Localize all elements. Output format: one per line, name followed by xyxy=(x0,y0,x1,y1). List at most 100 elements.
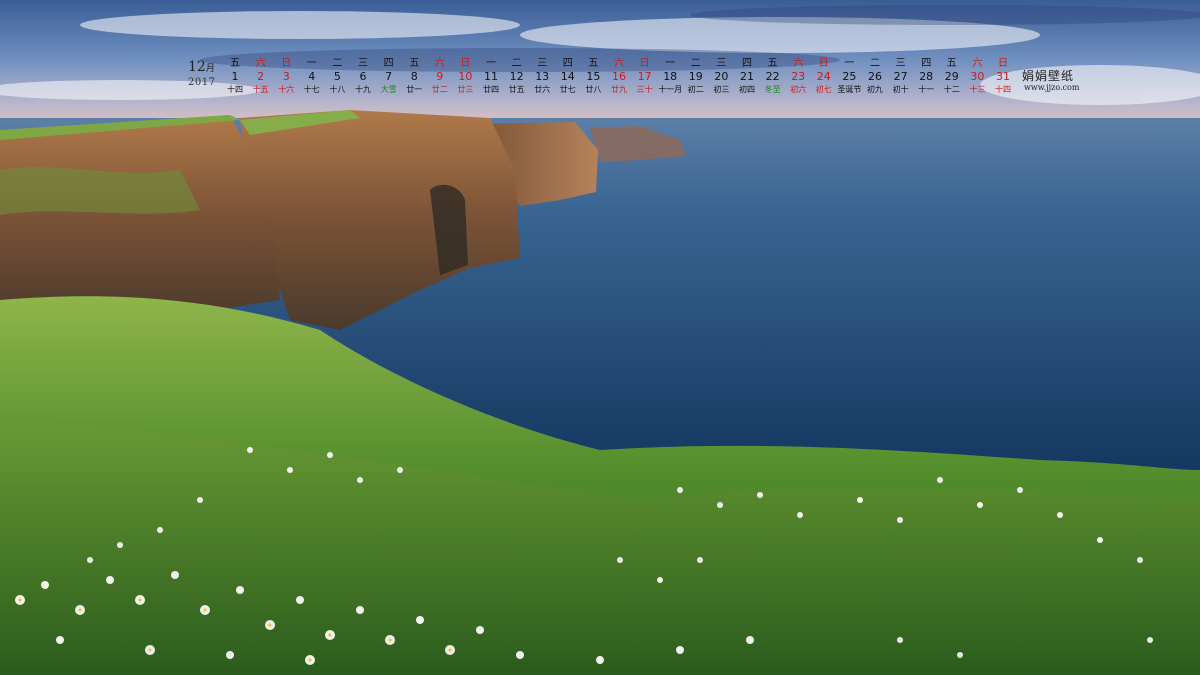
month-label: 12月 xyxy=(188,60,215,76)
calendar-day: 二 26 初九 xyxy=(862,58,888,96)
calendar-overlay: 12月 2017 五 1 十四六 2 十五日 3 十六一 4 十七二 5 十八三 6 十九四 7 大雪五 8 廿… xyxy=(0,0,1200,100)
day-number: 3 xyxy=(282,70,290,83)
calendar-day: 三 20 初三 xyxy=(708,58,734,96)
day-number: 31 xyxy=(996,70,1010,83)
lunar-label: 十七 xyxy=(303,85,320,94)
lunar-label: 十二 xyxy=(943,85,960,94)
day-number: 7 xyxy=(385,70,393,83)
brand-name: 娟娟壁纸 xyxy=(1022,69,1075,83)
calendar-day: 五 22 冬至 xyxy=(760,58,786,96)
lunar-label: 十一月 xyxy=(658,85,683,94)
year-label: 2017 xyxy=(188,77,216,88)
day-number: 24 xyxy=(816,70,831,83)
weekday-label: 一 xyxy=(306,58,317,69)
calendar-day: 五 8 廿一 xyxy=(401,58,427,96)
lunar-label: 十六 xyxy=(278,85,295,94)
calendar-day: 五 1 十四 xyxy=(222,58,248,96)
day-number: 10 xyxy=(458,70,473,83)
calendar-day: 四 28 十一 xyxy=(913,58,939,96)
calendar-day: 四 21 初四 xyxy=(734,58,760,96)
weekday-label: 五 xyxy=(230,58,240,69)
lunar-label: 廿四 xyxy=(483,85,499,94)
lunar-label: 初四 xyxy=(739,85,755,94)
day-number: 27 xyxy=(893,70,908,83)
day-number: 6 xyxy=(359,70,367,83)
lunar-label: 十九 xyxy=(355,85,371,94)
weekday-label: 五 xyxy=(767,58,778,69)
day-number: 30 xyxy=(970,70,985,83)
day-number: 17 xyxy=(637,70,652,83)
calendar-day: 一 18 十一月 xyxy=(657,58,683,96)
day-number: 29 xyxy=(944,70,959,83)
lunar-label: 初十 xyxy=(892,85,909,94)
weekday-label: 三 xyxy=(358,58,368,69)
day-number: 15 xyxy=(586,70,601,83)
day-number: 13 xyxy=(535,70,550,83)
weekday-label: 六 xyxy=(614,58,624,69)
lunar-label: 廿九 xyxy=(611,85,627,94)
calendar-day: 二 5 十八 xyxy=(324,58,350,96)
calendar-day: 六 2 十五 xyxy=(248,58,274,96)
lunar-label: 廿七 xyxy=(559,85,576,94)
weekday-label: 六 xyxy=(434,58,445,69)
weekday-label: 一 xyxy=(844,58,855,69)
lunar-label: 初九 xyxy=(867,85,883,94)
weekday-label: 六 xyxy=(972,58,983,69)
lunar-label: 廿八 xyxy=(585,85,602,94)
brand-url: www.jjzo.com xyxy=(1024,83,1080,92)
lunar-label: 初六 xyxy=(790,85,807,94)
day-number: 20 xyxy=(714,70,729,83)
lunar-label: 初二 xyxy=(687,85,704,94)
day-number: 4 xyxy=(308,70,316,83)
weekday-label: 二 xyxy=(690,58,701,69)
calendar-day: 六 30 十三 xyxy=(964,58,990,96)
lunar-label: 十五 xyxy=(252,85,269,94)
weekday-label: 二 xyxy=(511,58,522,69)
lunar-label: 十四 xyxy=(227,85,243,94)
weekday-label: 四 xyxy=(562,58,573,69)
calendar-day: 日 17 三十 xyxy=(632,58,658,96)
calendar-day: 五 29 十二 xyxy=(939,58,965,96)
calendar-day: 二 19 初二 xyxy=(683,58,709,96)
calendar-day: 二 12 廿五 xyxy=(504,58,530,96)
day-number: 11 xyxy=(484,70,498,83)
calendar-day: 五 15 廿八 xyxy=(580,58,606,96)
weekday-label: 三 xyxy=(895,58,906,69)
weekday-label: 二 xyxy=(870,58,880,69)
calendar-day: 三 13 廿六 xyxy=(529,58,555,96)
weekday-label: 三 xyxy=(716,58,727,69)
day-number: 19 xyxy=(688,70,703,83)
weekday-label: 五 xyxy=(588,58,599,69)
calendar-day: 一 4 十七 xyxy=(299,58,325,96)
weekday-label: 三 xyxy=(537,58,548,69)
day-number: 1 xyxy=(231,70,239,83)
lunar-label: 十一 xyxy=(918,85,935,94)
lunar-label: 十三 xyxy=(969,85,986,94)
month-suffix: 月 xyxy=(205,64,215,74)
lunar-label: 十四 xyxy=(995,85,1011,94)
lunar-label: 廿三 xyxy=(457,85,474,94)
calendar-day: 三 27 初十 xyxy=(888,58,914,96)
lunar-label: 廿一 xyxy=(406,85,423,94)
day-number: 28 xyxy=(919,70,934,83)
lunar-label: 冬至 xyxy=(764,85,781,94)
calendar-day: 一 11 廿四 xyxy=(478,58,504,96)
calendar-day: 日 3 十六 xyxy=(273,58,299,96)
weekday-label: 日 xyxy=(281,58,292,69)
calendar-day: 一 25 圣诞节 xyxy=(836,58,862,96)
weekday-label: 日 xyxy=(639,58,650,69)
calendar-day: 六 23 初六 xyxy=(785,58,811,96)
lunar-label: 廿六 xyxy=(534,85,551,94)
day-number: 26 xyxy=(868,70,882,83)
day-number: 22 xyxy=(765,70,780,83)
day-number: 9 xyxy=(436,70,444,83)
lunar-label: 初三 xyxy=(713,85,730,94)
day-number: 2 xyxy=(257,70,265,83)
day-number: 8 xyxy=(410,70,418,83)
day-number: 12 xyxy=(509,70,524,83)
lunar-label: 廿五 xyxy=(508,85,525,94)
weekday-label: 四 xyxy=(383,58,394,69)
day-number: 25 xyxy=(842,70,857,83)
lunar-label: 圣诞节 xyxy=(837,85,862,94)
calendar-day: 六 16 廿九 xyxy=(606,58,632,96)
